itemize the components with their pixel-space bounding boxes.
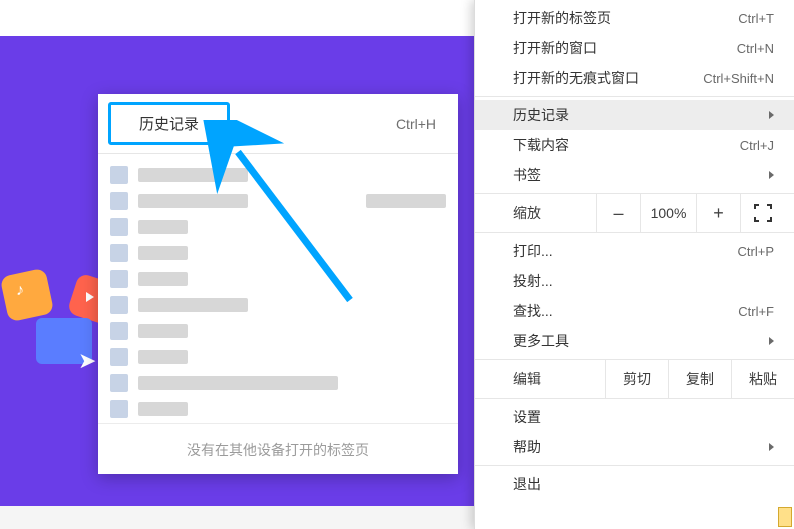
play-icon bbox=[86, 292, 94, 302]
menu-find[interactable]: 查找... Ctrl+F bbox=[475, 296, 794, 326]
menu-bookmarks[interactable]: 书签 bbox=[475, 160, 794, 190]
menu-section-tools: 打印... Ctrl+P 投射... 查找... Ctrl+F 更多工具 bbox=[475, 233, 794, 360]
fullscreen-button[interactable] bbox=[740, 194, 784, 233]
zoom-in-button[interactable]: + bbox=[696, 194, 740, 233]
history-submenu-panel: 历史记录 Ctrl+H ▸ ▸ ▸ 没有在其他设备打开的标签页 bbox=[98, 94, 458, 474]
music-note-icon: ♪ bbox=[16, 282, 24, 300]
history-item[interactable] bbox=[104, 214, 452, 240]
history-item[interactable] bbox=[104, 318, 452, 344]
history-shortcut: Ctrl+H bbox=[396, 116, 436, 132]
chevron-right-icon bbox=[769, 337, 774, 345]
history-item[interactable] bbox=[104, 344, 452, 370]
chevron-right-icon bbox=[769, 443, 774, 451]
decor-music-tile bbox=[0, 268, 54, 323]
history-item[interactable] bbox=[104, 240, 452, 266]
menu-section-exit: 退出 bbox=[475, 466, 794, 502]
menu-zoom-row: 缩放 – 100% + bbox=[475, 194, 794, 233]
history-button-highlighted[interactable]: 历史记录 bbox=[108, 102, 230, 145]
menu-print[interactable]: 打印... Ctrl+P bbox=[475, 236, 794, 266]
menu-edit-row: 编辑 剪切 复制 粘贴 bbox=[475, 360, 794, 399]
menu-cast[interactable]: 投射... bbox=[475, 266, 794, 296]
menu-new-incognito[interactable]: 打开新的无痕式窗口 Ctrl+Shift+N bbox=[475, 63, 794, 93]
annotation-marker bbox=[778, 507, 792, 527]
browser-main-menu: 打开新的标签页 Ctrl+T 打开新的窗口 Ctrl+N 打开新的无痕式窗口 C… bbox=[474, 0, 794, 529]
history-item[interactable] bbox=[104, 162, 452, 188]
cursor-icon: ➤ bbox=[78, 348, 96, 374]
menu-new-tab[interactable]: 打开新的标签页 Ctrl+T bbox=[475, 3, 794, 33]
history-submenu-header: 历史记录 Ctrl+H bbox=[98, 94, 458, 154]
copy-button[interactable]: 复制 bbox=[668, 360, 731, 398]
zoom-label: 缩放 bbox=[513, 203, 596, 223]
menu-downloads[interactable]: 下载内容 Ctrl+J bbox=[475, 130, 794, 160]
zoom-value: 100% bbox=[640, 194, 696, 232]
menu-history[interactable]: 历史记录 bbox=[475, 100, 794, 130]
menu-more-tools[interactable]: 更多工具 bbox=[475, 326, 794, 356]
menu-new-window[interactable]: 打开新的窗口 Ctrl+N bbox=[475, 33, 794, 63]
history-item[interactable] bbox=[104, 396, 452, 422]
menu-settings[interactable]: 设置 bbox=[475, 402, 794, 432]
menu-section-tabs: 打开新的标签页 Ctrl+T 打开新的窗口 Ctrl+N 打开新的无痕式窗口 C… bbox=[475, 0, 794, 97]
chevron-right-icon bbox=[769, 111, 774, 119]
history-item[interactable] bbox=[104, 188, 452, 214]
history-item[interactable] bbox=[104, 370, 452, 396]
edit-label: 编辑 bbox=[475, 360, 605, 398]
cut-button[interactable]: 剪切 bbox=[605, 360, 668, 398]
zoom-out-button[interactable]: – bbox=[596, 194, 640, 233]
paste-button[interactable]: 粘贴 bbox=[731, 360, 794, 398]
menu-section-settings: 设置 帮助 bbox=[475, 399, 794, 466]
history-item[interactable] bbox=[104, 292, 452, 318]
fullscreen-icon bbox=[756, 206, 770, 220]
history-list bbox=[98, 154, 458, 426]
no-other-devices-note: 没有在其他设备打开的标签页 bbox=[98, 423, 458, 460]
menu-exit[interactable]: 退出 bbox=[475, 469, 794, 499]
menu-help[interactable]: 帮助 bbox=[475, 432, 794, 462]
menu-section-history: 历史记录 下载内容 Ctrl+J 书签 bbox=[475, 97, 794, 194]
chevron-right-icon bbox=[769, 171, 774, 179]
history-item[interactable] bbox=[104, 266, 452, 292]
